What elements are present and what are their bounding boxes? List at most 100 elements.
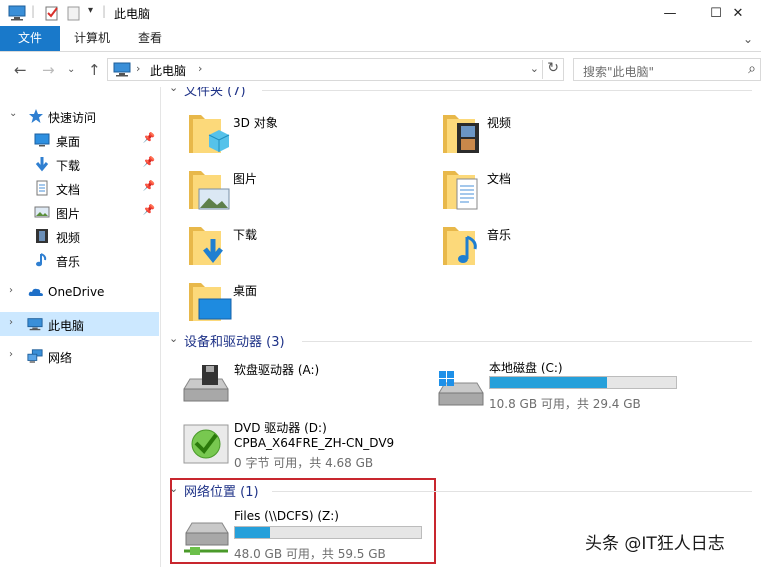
- local-disk-icon: [438, 371, 484, 406]
- expand-ribbon-chevron-down-icon[interactable]: ⌄: [743, 32, 753, 46]
- tile-label: 文档: [487, 172, 512, 186]
- collapsed-chevron-icon[interactable]: ›: [9, 317, 13, 328]
- folder-tile-pictures[interactable]: 图片: [187, 165, 427, 221]
- drive-label: Files (\\DCFS) (Z:): [234, 509, 339, 523]
- computer-icon: [27, 318, 43, 331]
- pin-icon[interactable]: 📌: [143, 157, 155, 168]
- back-arrow-icon[interactable]: ←: [14, 61, 27, 79]
- address-history-chevron-down-icon[interactable]: ⌄: [530, 62, 539, 75]
- pin-icon[interactable]: 📌: [143, 133, 155, 144]
- tab-computer[interactable]: 计算机: [62, 26, 122, 51]
- group-collapse-chevron-icon[interactable]: ⌄: [169, 332, 178, 345]
- nav-item-pictures[interactable]: 图片 📌: [0, 200, 159, 224]
- address-row: ← → ⌄ ↑ › 此电脑 › ⌄ ↻ 搜索"此电脑" ⌕: [0, 53, 761, 87]
- collapsed-chevron-icon[interactable]: ›: [9, 285, 13, 296]
- breadcrumb-separator-icon[interactable]: ›: [136, 62, 140, 75]
- drive-free-space: 10.8 GB 可用，共 29.4 GB: [489, 397, 641, 411]
- drive-dvd-d[interactable]: DVD 驱动器 (D:) CPBA_X64FRE_ZH-CN_DV9 0 字节 …: [182, 419, 482, 471]
- nav-item-label: 下载: [56, 159, 81, 173]
- drive-label: 本地磁盘 (C:): [489, 361, 563, 375]
- folder-tile-music[interactable]: 音乐: [441, 221, 681, 277]
- nav-item-quick-access[interactable]: ⌄ 快速访问: [0, 104, 159, 128]
- folder-tile-desktop[interactable]: 桌面: [187, 277, 427, 333]
- folder-tile-downloads[interactable]: 下载: [187, 221, 427, 277]
- 3d-objects-folder-icon: [189, 115, 230, 153]
- drive-label: DVD 驱动器 (D:): [234, 421, 327, 435]
- expanded-chevron-icon[interactable]: ⌄: [9, 108, 17, 119]
- nav-item-documents[interactable]: 文档 📌: [0, 176, 159, 200]
- search-placeholder: 搜索"此电脑": [583, 65, 655, 79]
- up-arrow-icon[interactable]: ↑: [88, 61, 101, 79]
- breadcrumb-separator-icon[interactable]: ›: [198, 62, 202, 75]
- group-header-devices[interactable]: ⌄ 设备和驱动器 (3): [162, 331, 761, 351]
- folder-tile-documents[interactable]: 文档: [441, 165, 681, 221]
- drive-label: 软盘驱动器 (A:): [234, 363, 320, 377]
- download-icon: [35, 157, 49, 172]
- group-title: 文件夹 (7): [184, 87, 246, 99]
- nav-item-label: 文档: [56, 183, 81, 197]
- tile-label: 3D 对象: [233, 116, 278, 130]
- customize-toolbar-icon[interactable]: ▾: [88, 5, 93, 16]
- tile-label: 音乐: [487, 228, 512, 242]
- desktop-folder-icon: [189, 283, 232, 321]
- group-header-network-locations[interactable]: ⌄ 网络位置 (1): [162, 481, 761, 501]
- drive-free-space: 0 字节 可用，共 4.68 GB: [234, 456, 374, 470]
- documents-folder-icon: [443, 171, 478, 210]
- video-icon: [36, 229, 48, 243]
- minimize-button[interactable]: —: [647, 0, 693, 26]
- address-bar[interactable]: › 此电脑 › ⌄ ↻: [107, 58, 564, 81]
- tab-view[interactable]: 查看: [124, 26, 176, 51]
- tab-file[interactable]: 文件: [0, 26, 60, 51]
- nav-item-label: 桌面: [56, 135, 81, 149]
- nav-item-videos[interactable]: 视频: [0, 224, 159, 248]
- network-drive-icon: [184, 522, 229, 555]
- nav-item-network[interactable]: › 网络: [0, 344, 159, 368]
- group-collapse-chevron-icon[interactable]: ⌄: [169, 482, 178, 495]
- search-input[interactable]: 搜索"此电脑" ⌕: [573, 58, 761, 81]
- tile-label: 视频: [487, 116, 512, 130]
- nav-item-this-pc[interactable]: › 此电脑: [0, 312, 159, 336]
- group-title: 网络位置 (1): [184, 485, 259, 500]
- close-button[interactable]: ✕: [715, 0, 761, 26]
- content-pane: ⌄ 文件夹 (7) 3D 对象 视频 图片 文档 下载 音乐 桌面 ⌄ 设备和驱…: [162, 87, 761, 567]
- nav-item-label: OneDrive: [48, 285, 105, 299]
- floppy-drive-icon: [183, 365, 229, 402]
- pin-icon[interactable]: 📌: [143, 181, 155, 192]
- group-header-folders[interactable]: ⌄ 文件夹 (7): [162, 87, 761, 100]
- ribbon-tabs: 文件 计算机 查看 ⌄: [0, 26, 761, 52]
- nav-item-desktop[interactable]: 桌面 📌: [0, 128, 159, 152]
- desktop-icon: [34, 133, 50, 147]
- nav-item-music[interactable]: 音乐: [0, 248, 159, 272]
- pin-icon[interactable]: 📌: [143, 205, 155, 216]
- drive-floppy-a[interactable]: 软盘驱动器 (A:): [182, 361, 422, 407]
- drive-network-z[interactable]: Files (\\DCFS) (Z:) 48.0 GB 可用，共 59.5 GB: [182, 509, 432, 561]
- computer-icon: [113, 62, 131, 77]
- folder-tile-videos[interactable]: 视频: [441, 109, 681, 165]
- recent-locations-chevron-down-icon[interactable]: ⌄: [67, 64, 75, 75]
- refresh-icon[interactable]: ↻: [542, 60, 559, 79]
- collapsed-chevron-icon[interactable]: ›: [9, 349, 13, 360]
- nav-item-label: 快速访问: [48, 111, 97, 125]
- breadcrumb-location[interactable]: 此电脑: [150, 62, 186, 79]
- nav-item-label: 网络: [48, 351, 73, 365]
- network-icon: [27, 349, 43, 363]
- drive-usage-bar: [234, 526, 422, 539]
- videos-folder-icon: [443, 115, 479, 153]
- group-title: 设备和驱动器 (3): [184, 335, 285, 350]
- computer-icon[interactable]: [8, 5, 26, 21]
- picture-icon: [34, 206, 50, 218]
- new-folder-icon[interactable]: [67, 5, 81, 21]
- nav-item-label: 此电脑: [48, 319, 85, 333]
- search-icon: ⌕: [748, 61, 756, 77]
- tile-label: 桌面: [233, 284, 258, 298]
- nav-item-downloads[interactable]: 下载 📌: [0, 152, 159, 176]
- properties-icon[interactable]: [44, 5, 60, 21]
- group-collapse-chevron-icon[interactable]: ⌄: [169, 87, 178, 94]
- drive-usage-bar-fill: [235, 527, 271, 538]
- forward-arrow-icon[interactable]: →: [42, 61, 55, 79]
- nav-item-onedrive[interactable]: › OneDrive: [0, 280, 159, 304]
- drive-local-c[interactable]: 本地磁盘 (C:) 10.8 GB 可用，共 29.4 GB: [437, 359, 757, 411]
- tile-label: 下载: [233, 228, 258, 242]
- drive-free-space: 48.0 GB 可用，共 59.5 GB: [234, 547, 386, 561]
- folder-tile-3d-objects[interactable]: 3D 对象: [187, 109, 427, 165]
